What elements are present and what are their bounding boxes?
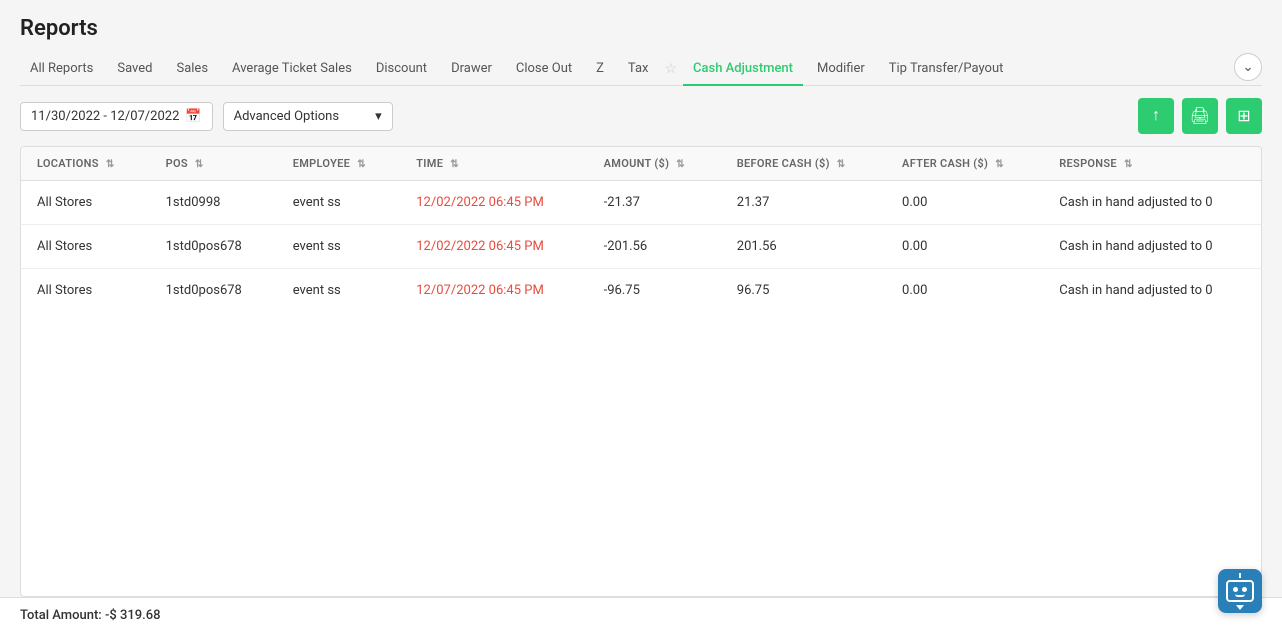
col-header-response[interactable]: RESPONSE ⇅ — [1043, 147, 1261, 181]
cell-response-0: Cash in hand adjusted to 0 — [1043, 181, 1261, 225]
cell-after_cash-2: 0.00 — [886, 269, 1043, 313]
sidebar-item-z[interactable]: Z — [586, 53, 614, 86]
sort-icon-before-cash: ⇅ — [837, 159, 846, 170]
sidebar-item-average-ticket-sales[interactable]: Average Ticket Sales — [222, 53, 362, 86]
table-row: All Stores1std0pos678event ss12/07/2022 … — [21, 269, 1261, 313]
cell-after_cash-1: 0.00 — [886, 225, 1043, 269]
col-header-pos[interactable]: POS ⇅ — [150, 147, 277, 181]
sort-icon-pos: ⇅ — [195, 159, 204, 170]
cell-amount-0: -21.37 — [588, 181, 721, 225]
sidebar-item-tip-transfer-payout[interactable]: Tip Transfer/Payout — [879, 53, 1014, 86]
sort-icon-after-cash: ⇅ — [995, 159, 1004, 170]
print-button[interactable]: 🖨 — [1182, 98, 1218, 134]
dropdown-chevron-icon: ▾ — [375, 109, 382, 124]
table-row: All Stores1std0pos678event ss12/02/2022 … — [21, 225, 1261, 269]
expand-button[interactable]: ⌄ — [1234, 53, 1262, 81]
sort-icon-response: ⇅ — [1124, 159, 1133, 170]
chevron-down-icon: ⌄ — [1242, 59, 1253, 75]
nav-bar: All Reports Saved Sales Average Ticket S… — [20, 53, 1262, 86]
table-footer: Total Amount: -$ 319.68 — [0, 597, 1282, 633]
cell-before_cash-0: 21.37 — [721, 181, 886, 225]
share-button[interactable]: ↑ — [1138, 98, 1174, 134]
chatbot-face — [1226, 580, 1254, 602]
col-header-amount[interactable]: AMOUNT ($) ⇅ — [588, 147, 721, 181]
total-value: -$ 319.68 — [105, 608, 161, 623]
print-icon: 🖨 — [1190, 106, 1210, 126]
cell-pos-2: 1std0pos678 — [150, 269, 277, 313]
sidebar-item-tax[interactable]: Tax — [618, 53, 659, 86]
sidebar-item-discount[interactable]: Discount — [366, 53, 437, 86]
grid-icon: ⊞ — [1237, 106, 1250, 126]
sort-icon-employee: ⇅ — [357, 159, 366, 170]
col-header-after-cash[interactable]: AFTER CASH ($) ⇅ — [886, 147, 1043, 181]
chatbot-antenna — [1239, 573, 1241, 578]
total-label: Total Amount: — [20, 608, 102, 623]
sort-icon-locations: ⇅ — [106, 159, 115, 170]
col-header-employee[interactable]: EMPLOYEE ⇅ — [277, 147, 401, 181]
cell-before_cash-1: 201.56 — [721, 225, 886, 269]
cell-locations-0: All Stores — [21, 181, 150, 225]
cell-after_cash-0: 0.00 — [886, 181, 1043, 225]
cell-employee-1: event ss — [277, 225, 401, 269]
col-header-locations[interactable]: LOCATIONS ⇅ — [21, 147, 150, 181]
data-table-container: LOCATIONS ⇅ POS ⇅ EMPLOYEE ⇅ TIME ⇅ — [20, 146, 1262, 597]
cell-time-1: 12/02/2022 06:45 PM — [400, 225, 587, 269]
calendar-icon: 📅 — [185, 109, 201, 124]
chatbot-right-eye — [1242, 587, 1247, 592]
sidebar-item-sales[interactable]: Sales — [166, 53, 218, 86]
cell-locations-1: All Stores — [21, 225, 150, 269]
advanced-options-dropdown[interactable]: Advanced Options ▾ — [223, 102, 393, 131]
sort-icon-amount: ⇅ — [676, 159, 685, 170]
sidebar-item-drawer[interactable]: Drawer — [441, 53, 502, 86]
date-range-picker[interactable]: 11/30/2022 - 12/07/2022 📅 — [20, 102, 213, 131]
cell-locations-2: All Stores — [21, 269, 150, 313]
advanced-options-label: Advanced Options — [234, 109, 339, 124]
grid-button[interactable]: ⊞ — [1226, 98, 1262, 134]
date-range-value: 11/30/2022 - 12/07/2022 — [31, 109, 179, 124]
data-table: LOCATIONS ⇅ POS ⇅ EMPLOYEE ⇅ TIME ⇅ — [21, 147, 1261, 312]
cell-employee-2: event ss — [277, 269, 401, 313]
sidebar-item-all-reports[interactable]: All Reports — [20, 53, 103, 86]
share-icon: ↑ — [1152, 107, 1160, 125]
col-header-time[interactable]: TIME ⇅ — [400, 147, 587, 181]
cell-pos-0: 1std0998 — [150, 181, 277, 225]
sort-icon-time: ⇅ — [450, 159, 459, 170]
sidebar-item-modifier[interactable]: Modifier — [807, 53, 875, 86]
cell-pos-1: 1std0pos678 — [150, 225, 277, 269]
cell-amount-2: -96.75 — [588, 269, 721, 313]
col-header-before-cash[interactable]: BEFORE CASH ($) ⇅ — [721, 147, 886, 181]
cell-time-0: 12/02/2022 06:45 PM — [400, 181, 587, 225]
star-icon[interactable]: ☆ — [662, 53, 679, 85]
chatbot-left-eye — [1233, 587, 1238, 592]
toolbar: 11/30/2022 - 12/07/2022 📅 Advanced Optio… — [0, 86, 1282, 146]
cell-before_cash-2: 96.75 — [721, 269, 886, 313]
cell-response-1: Cash in hand adjusted to 0 — [1043, 225, 1261, 269]
page-title: Reports — [20, 16, 1262, 41]
chatbot-mouth — [1235, 594, 1245, 597]
sidebar-item-saved[interactable]: Saved — [107, 53, 162, 86]
cell-employee-0: event ss — [277, 181, 401, 225]
sidebar-item-close-out[interactable]: Close Out — [506, 53, 582, 86]
cell-response-2: Cash in hand adjusted to 0 — [1043, 269, 1261, 313]
table-header-row: LOCATIONS ⇅ POS ⇅ EMPLOYEE ⇅ TIME ⇅ — [21, 147, 1261, 181]
cell-time-2: 12/07/2022 06:45 PM — [400, 269, 587, 313]
cell-amount-1: -201.56 — [588, 225, 721, 269]
chatbot-arrow-icon — [1236, 605, 1244, 610]
table-row: All Stores1std0998event ss12/02/2022 06:… — [21, 181, 1261, 225]
chatbot-button[interactable] — [1218, 569, 1262, 613]
sidebar-item-cash-adjustment[interactable]: Cash Adjustment — [683, 53, 803, 86]
